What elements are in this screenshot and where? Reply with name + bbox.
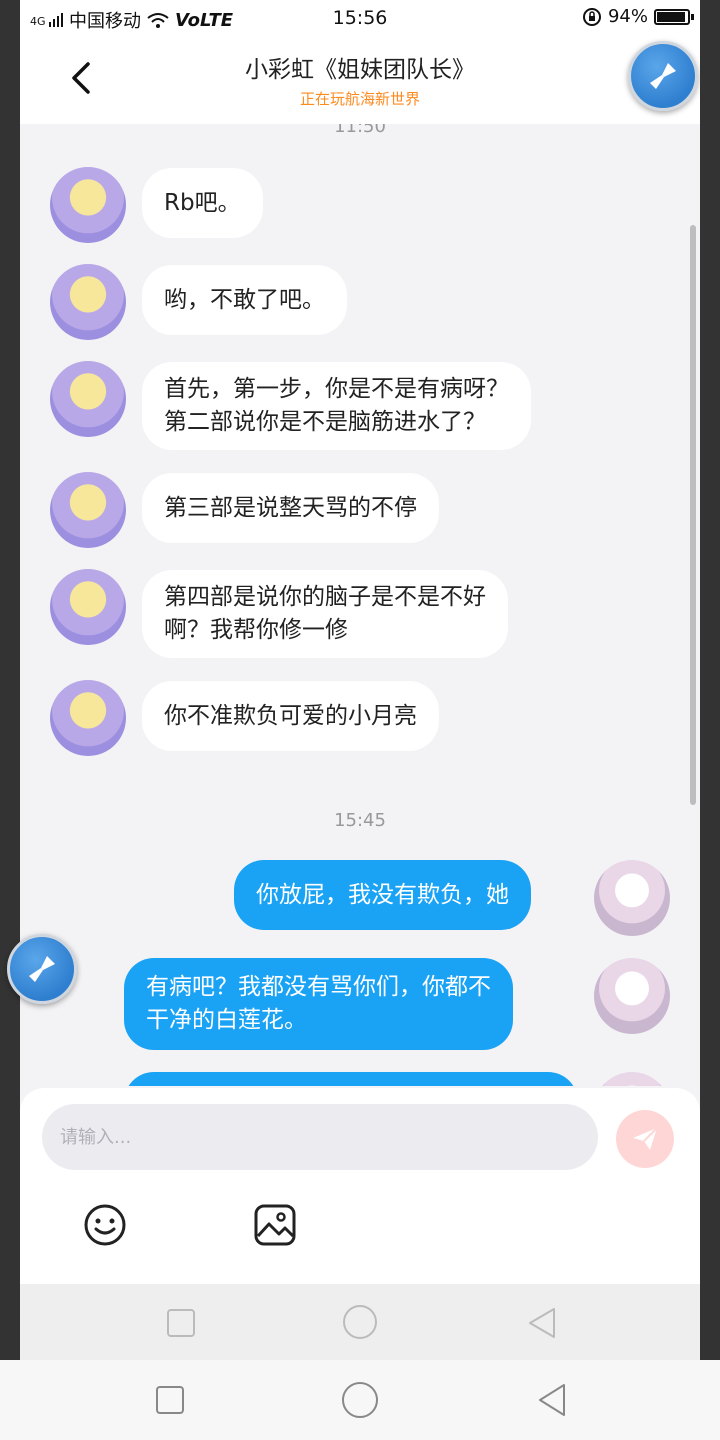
- home-circle-icon: [343, 1305, 377, 1339]
- scrollbar[interactable]: [690, 225, 696, 805]
- message-line: 第二部说你是不是脑筋进水了？: [164, 409, 486, 435]
- contact-avatar[interactable]: [50, 680, 126, 756]
- recents-button[interactable]: [166, 1308, 196, 1342]
- composer: [20, 1088, 700, 1284]
- user-avatar[interactable]: [594, 860, 670, 936]
- message-bubble-outgoing[interactable]: 你放屁，我没有欺负，她: [234, 860, 531, 930]
- status-right: 94%: [582, 6, 694, 27]
- message-bubble-outgoing[interactable]: 有病吧？我都没有骂你们，你都不 干净的白莲花。: [124, 958, 513, 1050]
- contact-avatar[interactable]: [50, 472, 126, 548]
- emoji-icon: [84, 1204, 126, 1246]
- message-bubble[interactable]: 第三部是说整天骂的不停: [142, 473, 439, 543]
- app-nav-bar: [20, 1284, 700, 1360]
- message-line: 啊？我帮你修一修: [164, 617, 348, 643]
- message-bubble[interactable]: 你不准欺负可爱的小月亮: [142, 681, 439, 751]
- message-bubble[interactable]: 第四部是说你的脑子是不是不好 啊？我帮你修一修: [142, 570, 508, 658]
- status-bar: 4G 中国移动 VoLTE 15:56 94%: [20, 0, 700, 36]
- broom-icon: [650, 63, 676, 89]
- back-triangle-icon: [529, 1308, 555, 1338]
- home-button[interactable]: [342, 1304, 378, 1344]
- message-bubble[interactable]: 首先，第一步，你是不是有病呀？ 第二部说你是不是脑筋进水了？: [142, 362, 531, 450]
- app-screen: 4G 中国移动 VoLTE 15:56 94% 小彩虹《姐妹团队长》 正在玩航海…: [20, 0, 700, 1360]
- broom-icon: [29, 956, 55, 982]
- message-list[interactable]: 11:50 Rb吧。 哟，不敢了吧。 首先，第一步，你是不是有病呀？ 第二部说你…: [20, 124, 700, 1086]
- send-icon: [633, 1127, 658, 1150]
- battery-level: [657, 11, 685, 22]
- image-button[interactable]: [252, 1202, 298, 1248]
- contact-avatar[interactable]: [50, 264, 126, 340]
- send-button[interactable]: [616, 1110, 674, 1168]
- contact-avatar[interactable]: [50, 569, 126, 645]
- user-avatar[interactable]: [594, 1072, 670, 1086]
- battery-icon: [654, 8, 694, 25]
- message-bubble[interactable]: Rb吧。: [142, 168, 263, 238]
- floating-assistant-button[interactable]: [628, 41, 698, 111]
- recents-square-icon: [167, 1309, 195, 1337]
- user-avatar[interactable]: [594, 958, 670, 1034]
- chat-header: 小彩虹《姐妹团队长》 正在玩航海新世界: [20, 36, 700, 124]
- message-input[interactable]: [42, 1104, 598, 1170]
- contact-avatar[interactable]: [50, 167, 126, 243]
- page-title: 小彩虹《姐妹团队长》: [245, 57, 475, 83]
- home-circle-icon: [342, 1382, 378, 1418]
- recents-square-icon: [156, 1386, 184, 1414]
- system-nav-bar: [0, 1360, 720, 1440]
- system-home-button[interactable]: [341, 1381, 379, 1423]
- message-line: 第四部是说你的脑子是不是不好: [164, 584, 486, 610]
- nav-back-button[interactable]: [526, 1306, 558, 1344]
- message-line: 有病吧？我都没有骂你们，你都不: [146, 974, 491, 1000]
- status-subtitle: 正在玩航海新世界: [299, 90, 420, 108]
- time-divider: 15:45: [334, 810, 386, 831]
- system-back-button[interactable]: [536, 1382, 568, 1422]
- system-recents-button[interactable]: [155, 1385, 185, 1419]
- floating-assistant-button-left[interactable]: [7, 934, 77, 1004]
- battery-percent: 94%: [607, 6, 648, 27]
- message-line: 干净的白莲花。: [146, 1007, 307, 1033]
- emoji-button[interactable]: [82, 1202, 128, 1248]
- contact-avatar[interactable]: [50, 361, 126, 437]
- partial-timestamp: 11:50: [334, 124, 386, 137]
- message-bubble[interactable]: 哟，不敢了吧。: [142, 265, 347, 335]
- header-titles: 小彩虹《姐妹团队长》 正在玩航海新世界: [20, 50, 700, 109]
- message-line: 首先，第一步，你是不是有病呀？: [164, 376, 509, 402]
- message-bubble-outgoing-partial[interactable]: [124, 1072, 578, 1086]
- rotation-lock-icon: [582, 7, 601, 26]
- back-triangle-icon: [539, 1384, 565, 1416]
- image-icon: [254, 1204, 296, 1246]
